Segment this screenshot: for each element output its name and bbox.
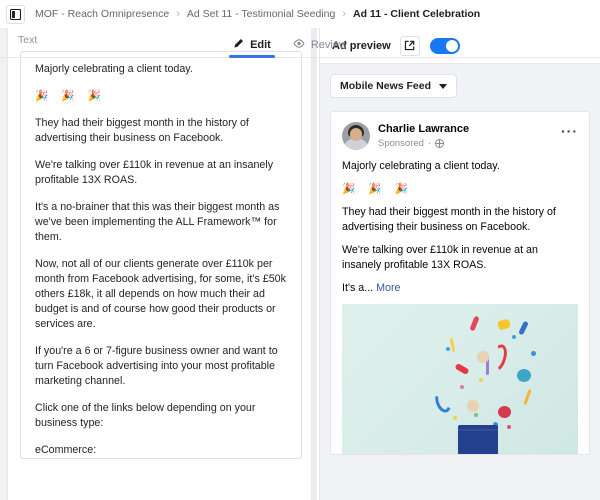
confetti-streamer-blue [432, 388, 455, 415]
tab-review[interactable]: Review [293, 38, 347, 58]
pane-scrollbar[interactable] [310, 28, 319, 500]
globe-icon [435, 139, 445, 148]
ad-preview-header: Ad preview [320, 28, 600, 64]
candle-orange [523, 389, 532, 406]
sponsored-separator: · [427, 138, 432, 149]
placement-dropdown-label: Mobile News Feed [340, 80, 432, 92]
ad-text-line: Majorly celebrating a client today. [35, 63, 193, 75]
tab-edit-label: Edit [250, 39, 271, 51]
confetti-dot-teal [511, 335, 516, 339]
avatar [342, 122, 370, 150]
ad-text-editor-pane: Text Majorly celebrating a client today.… [8, 28, 310, 500]
confetti-dot-pink-2 [507, 424, 512, 429]
pom-pom-beige-2 [467, 400, 480, 413]
post-body-truncation: It's a... More [342, 281, 578, 296]
ad-text-line: Click one of the links below depending o… [35, 402, 256, 429]
post-body-line: 🎉 🎉 🎉 [342, 183, 413, 195]
bow-teal [516, 369, 531, 383]
ad-preview-body: Mobile News Feed Charlie Lawrance Sponso… [320, 64, 600, 500]
ad-text-line: It's a no-brainer that this was their bi… [35, 201, 280, 243]
left-rail [0, 28, 8, 500]
gift-box [457, 425, 498, 454]
confetti-dot-pink-1 [460, 384, 464, 389]
post-body-line: Majorly celebrating a client today. [342, 160, 500, 172]
breadcrumb-item-adset[interactable]: Ad Set 11 - Testimonial Seeding [187, 8, 335, 20]
breadcrumb-bar: MOF - Reach Omnipresence › Ad Set 11 - T… [0, 0, 600, 28]
placement-dropdown[interactable]: Mobile News Feed [330, 74, 458, 98]
party-blower-pink [469, 316, 480, 332]
ad-text-line: eCommerce: https://www.geckosquared.co.u… [35, 444, 97, 456]
confetti-dot-yellow-2 [452, 415, 457, 420]
facebook-post-card: Charlie Lawrance Sponsored · ··· Majorly… [330, 111, 590, 455]
see-more-link[interactable]: More [376, 282, 400, 294]
confetti-streamer-red [486, 342, 510, 374]
tab-edit[interactable]: Edit [229, 38, 275, 58]
tab-review-label: Review [310, 39, 347, 51]
breadcrumb-item-ad[interactable]: Ad 11 - Client Celebration [353, 8, 480, 20]
ellipsis-icon[interactable]: ··· [561, 122, 578, 138]
main-area: Text Majorly celebrating a client today.… [0, 28, 600, 500]
party-blower-blue [518, 320, 530, 336]
sponsored-label: Sponsored [378, 138, 424, 149]
ad-text-line: They had their biggest month in the hist… [35, 117, 249, 144]
post-image[interactable] [342, 304, 578, 454]
candle-yellow [449, 337, 455, 353]
confetti-dot-yellow-1 [478, 378, 483, 383]
ad-text-line: 🎉 🎉 🎉 [35, 90, 106, 102]
breadcrumb-item-campaign[interactable]: MOF - Reach Omnipresence [35, 8, 169, 20]
post-truncated-text: It's a... [342, 282, 374, 294]
page-name[interactable]: Charlie Lawrance [378, 122, 561, 136]
post-body-line: We're talking over £110k in revenue at a… [342, 244, 538, 271]
post-header: Charlie Lawrance Sponsored · ··· [342, 122, 578, 150]
ad-preview-pane: Ad preview Mobile News Feed Charlie Lawr… [319, 28, 600, 500]
chevron-down-icon [439, 83, 448, 89]
confetti-dot-green [474, 412, 479, 417]
ad-text-line: Now, not all of our clients generate ove… [35, 258, 286, 330]
breadcrumb-separator: › [342, 8, 347, 20]
party-blower-red [454, 362, 470, 376]
ad-text-line: We're talking over £110k in revenue at a… [35, 159, 274, 186]
sponsored-line: Sponsored · [378, 137, 561, 150]
panel-toggle-icon[interactable] [6, 4, 25, 24]
external-link-icon[interactable] [399, 35, 420, 56]
ad-text-line: If you're a 6 or 7-figure business owner… [35, 345, 278, 387]
ad-preview-toggle[interactable] [429, 37, 460, 54]
eye-icon [293, 38, 305, 52]
breadcrumb: MOF - Reach Omnipresence › Ad Set 11 - T… [35, 8, 480, 20]
bow-red [497, 406, 511, 419]
toggle-knob [445, 39, 458, 52]
confetti-dot-blue-1 [445, 347, 450, 352]
ad-text-input[interactable]: Majorly celebrating a client today. 🎉 🎉 … [20, 51, 302, 459]
breadcrumb-separator: › [176, 8, 180, 20]
party-blower-yellow [496, 318, 511, 330]
confetti-dot-blue-2 [530, 350, 536, 356]
post-body: Majorly celebrating a client today. 🎉 🎉 … [342, 159, 578, 296]
pencil-icon [233, 38, 244, 52]
post-identity: Charlie Lawrance Sponsored · [378, 122, 561, 150]
post-body-line: They had their biggest month in the hist… [342, 206, 556, 233]
pom-pom-beige-1 [476, 350, 489, 363]
